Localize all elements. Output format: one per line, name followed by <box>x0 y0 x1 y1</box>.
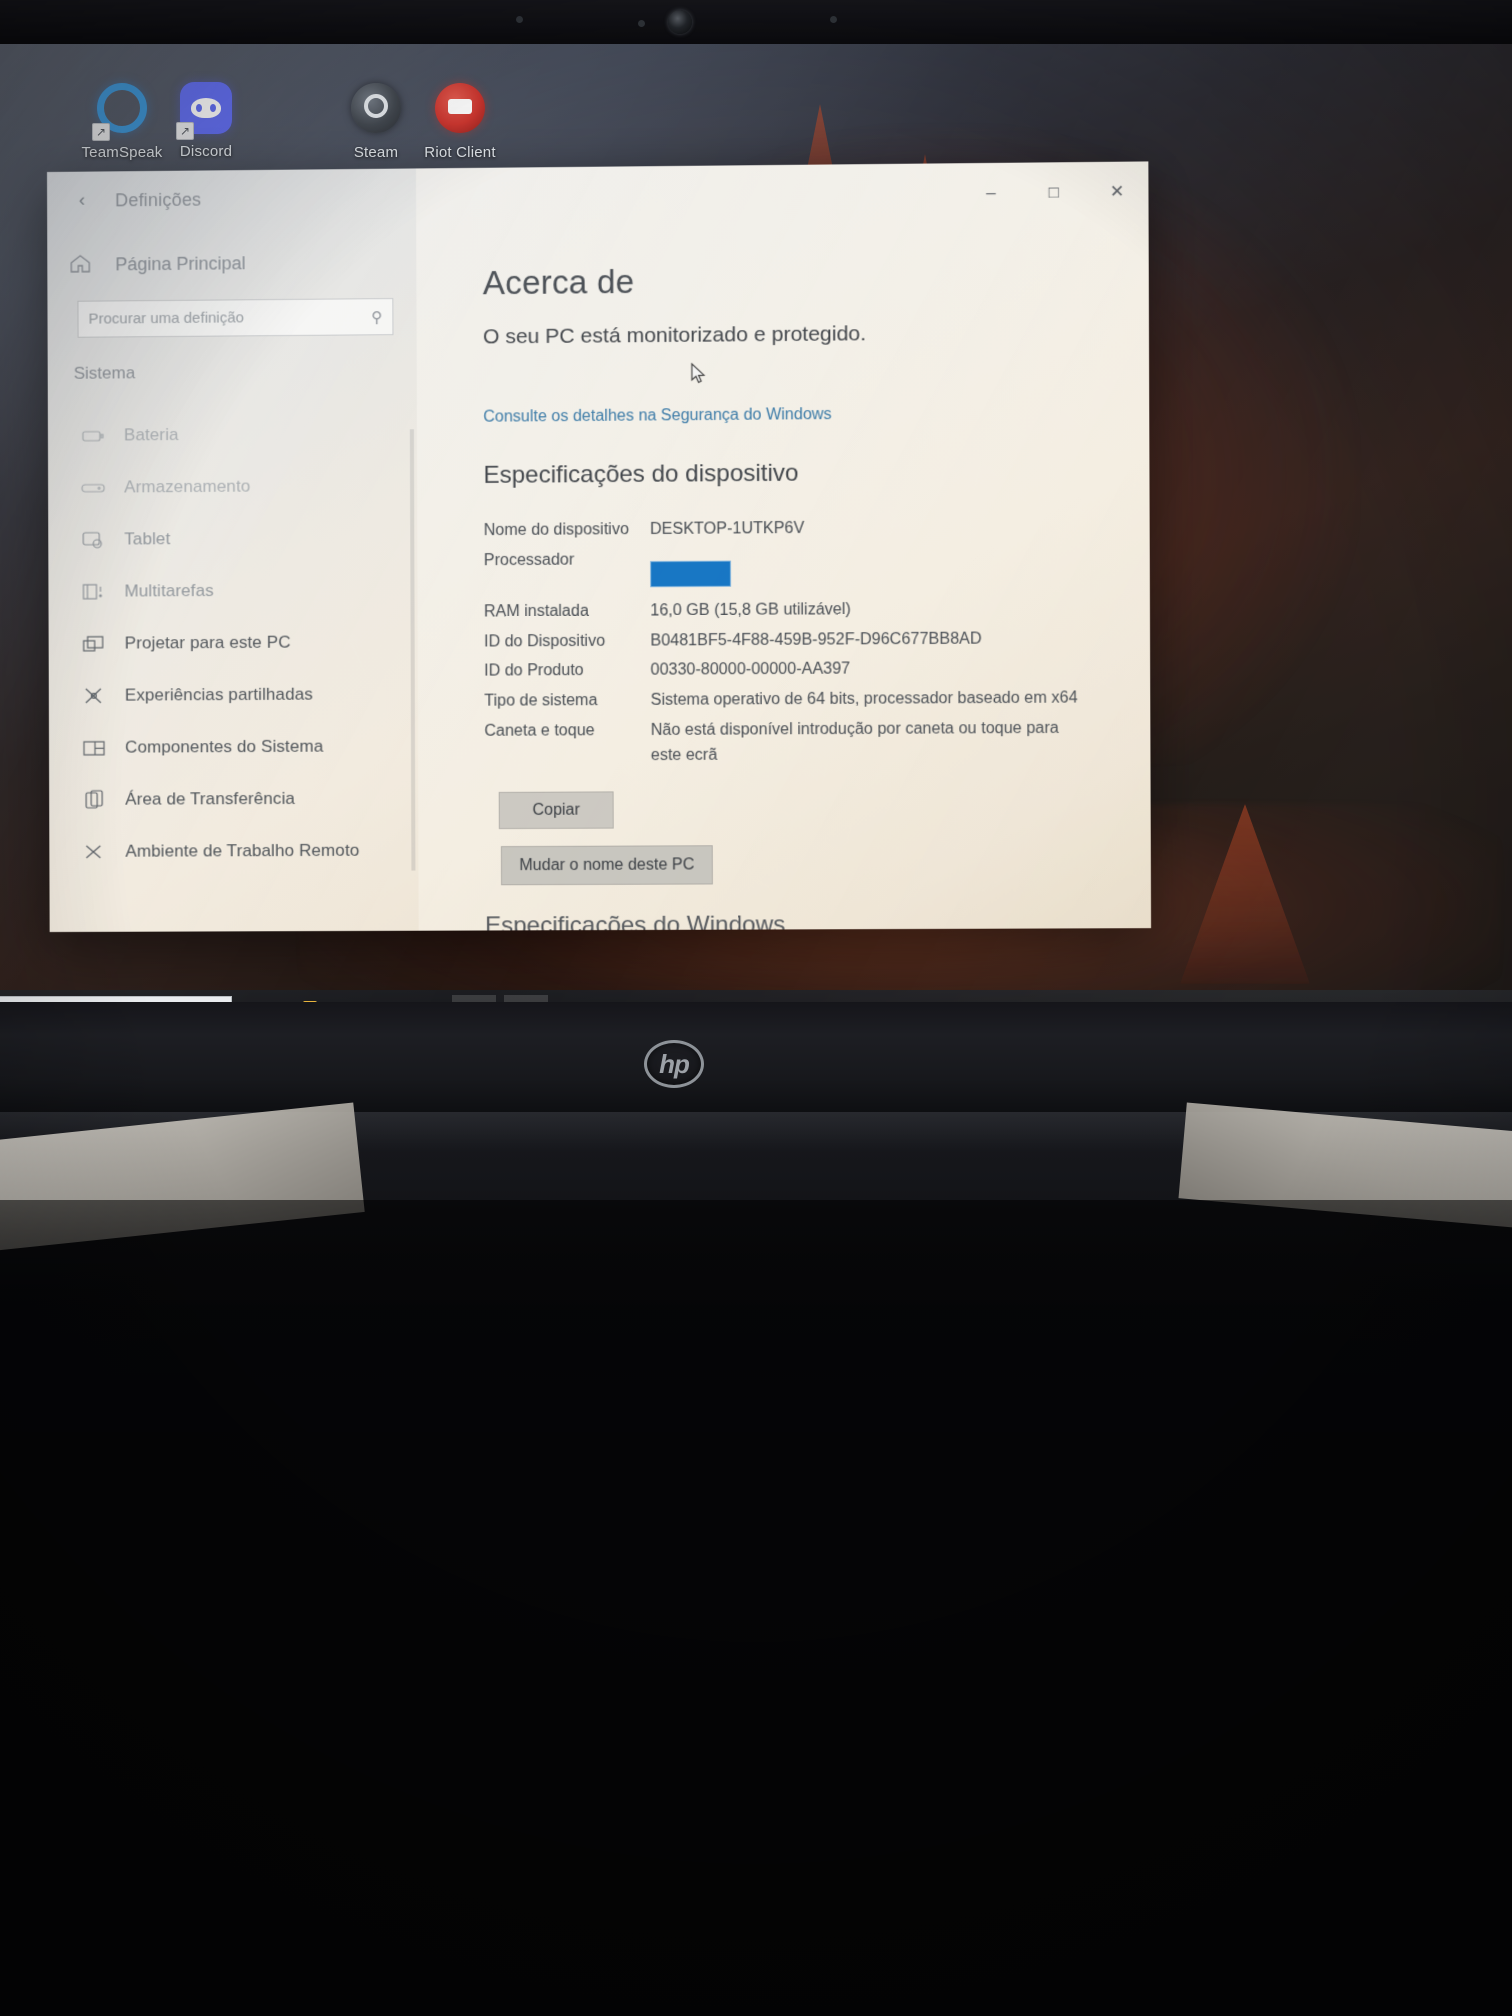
sidebar-item-label: Experiências partilhadas <box>124 684 313 705</box>
riot-client-icon <box>432 83 488 139</box>
mouse-cursor-icon <box>691 363 707 385</box>
sidebar-item-label: Ambiente de Trabalho Remoto <box>125 840 360 861</box>
maximize-button[interactable]: □ <box>1022 162 1085 223</box>
laptop-screen: ↗ TeamSpeak ↗ Discord Steam Riot Client … <box>0 44 1512 1004</box>
tablet-icon <box>80 529 106 551</box>
desktop-icon-label: Discord <box>179 143 233 160</box>
spec-key: Tipo de sistema <box>484 692 598 710</box>
sidebar-item-projetar-para-este-pc[interactable]: Projetar para este PC <box>49 616 418 670</box>
webcam-icon <box>668 10 692 34</box>
storage-icon <box>80 477 106 499</box>
sidebar-group-label: Sistema <box>73 363 136 383</box>
multitasking-icon <box>80 581 106 603</box>
rename-pc-button[interactable]: Mudar o nome deste PC <box>500 845 713 886</box>
shortcut-arrow-icon: ↗ <box>176 122 194 140</box>
spec-value: Sistema operativo de 64 bits, processado… <box>650 689 1078 710</box>
spec-value: B0481BF5-4F88-459B-952F-D96C677BB8AD <box>650 630 982 650</box>
sidebar-item-tablet[interactable]: Tablet <box>48 511 417 566</box>
discord-icon: ↗ <box>176 82 234 140</box>
desktop-icon-label: Riot Client <box>424 144 496 161</box>
spec-row-ram: RAM instalada 16,0 GB (15,8 GB utilizáve… <box>484 596 1111 625</box>
sidebar-item-armazenamento[interactable]: Armazenamento <box>48 459 417 514</box>
spec-row-system-type: Tipo de sistema Sistema operativo de 64 … <box>484 686 1111 714</box>
battery-icon <box>80 425 106 447</box>
bezel-sensor <box>830 16 837 23</box>
spec-key: RAM instalada <box>483 602 589 621</box>
bezel-sensor <box>516 16 523 23</box>
spec-row-pen-and-touch: Caneta e toque Não está disponível intro… <box>484 716 1112 769</box>
spec-value: Não está disponível introdução por canet… <box>650 719 1059 764</box>
sidebar-item-experiencias-partilhadas[interactable]: Experiências partilhadas <box>49 668 418 722</box>
project-icon <box>81 633 107 655</box>
sidebar-item-label: Bateria <box>123 425 179 445</box>
sidebar-nav-list: Bateria Armazenamento Tablet Multitarefa… <box>48 407 419 878</box>
sidebar-item-bateria[interactable]: Bateria <box>48 407 417 462</box>
device-specs-title: Especificações do dispositivo <box>483 459 799 489</box>
sidebar-item-ambiente-de-trabalho-remoto[interactable]: Ambiente de Trabalho Remoto <box>49 824 418 878</box>
redacted-processor-value <box>650 560 732 588</box>
spec-key: Nome do dispositivo <box>483 521 629 540</box>
teamspeak-icon: ↗ <box>92 83 150 141</box>
sidebar-item-home[interactable]: Página Principal <box>69 252 246 276</box>
laptop-hinge <box>0 1002 1512 1112</box>
hp-logo: hp <box>644 1040 704 1088</box>
spec-key: Processador <box>483 551 575 570</box>
system-components-icon <box>81 737 107 759</box>
page-title: Acerca de <box>482 262 635 302</box>
deck-shadow <box>0 1200 1512 1440</box>
spec-value: 16,0 GB (15,8 GB utilizável) <box>650 600 851 620</box>
remote-desktop-icon <box>81 841 107 863</box>
settings-window: ‹ Definições – □ ✕ Página Principal Proc… <box>47 161 1152 933</box>
spec-value: DESKTOP-1UTKP6V <box>649 519 805 539</box>
steam-icon <box>348 83 404 139</box>
copy-button[interactable]: Copiar <box>498 791 614 830</box>
window-titlebar: ‹ Definições – □ ✕ <box>47 161 1149 234</box>
minimize-button[interactable]: – <box>959 163 1022 224</box>
laptop-keyboard: f2 ✳ f3 ❐ f4 ⌨ f5 ◁× f6 ◁- f7 <box>0 1432 1512 2016</box>
sidebar-home-label: Página Principal <box>115 252 246 274</box>
spec-row-device-name: Nome do dispositivo DESKTOP-1UTKP6V <box>484 515 1111 544</box>
sidebar-item-label: Tablet <box>124 529 171 549</box>
back-button[interactable]: ‹ <box>65 186 99 216</box>
desktop-icon-discord[interactable]: ↗ Discord <box>150 80 262 161</box>
protection-status-text: O seu PC está monitorizado e protegido. <box>482 322 867 349</box>
spec-row-device-id: ID do Dispositivo B0481BF5-4F88-459B-952… <box>484 626 1111 655</box>
sidebar-item-label: Componentes do Sistema <box>125 736 324 757</box>
windows-security-link[interactable]: Consulte os detalhes na Segurança do Win… <box>483 406 831 427</box>
settings-search-input[interactable]: Procurar uma definição ⚲ <box>77 298 394 338</box>
windows-specs-title: Especificações do Windows <box>485 911 786 933</box>
search-icon: ⚲ <box>371 308 383 326</box>
clipboard-icon <box>81 789 107 811</box>
sidebar-item-area-de-transferencia[interactable]: Área de Transferência <box>49 772 418 826</box>
shortcut-arrow-icon: ↗ <box>92 123 110 141</box>
sidebar-item-multitarefas[interactable]: Multitarefas <box>48 564 417 618</box>
spec-value: 00330-80000-00000-AA397 <box>650 660 851 680</box>
device-specs-table: Nome do dispositivo DESKTOP-1UTKP6V Proc… <box>484 515 1112 775</box>
home-icon <box>69 254 95 276</box>
sidebar-item-label: Projetar para este PC <box>124 632 291 653</box>
spec-row-product-id: ID do Produto 00330-80000-00000-AA397 <box>484 656 1111 684</box>
desktop-icon-riot-client[interactable]: Riot Client <box>404 80 516 162</box>
screenshot-root: ↗ TeamSpeak ↗ Discord Steam Riot Client … <box>0 0 1512 2016</box>
shared-experiences-icon <box>81 685 107 707</box>
sidebar-item-componentes-do-sistema[interactable]: Componentes do Sistema <box>49 720 418 774</box>
window-title: Definições <box>115 189 202 211</box>
bezel-sensor <box>638 20 645 27</box>
window-controls: – □ ✕ <box>959 161 1148 223</box>
sidebar-item-label: Armazenamento <box>124 476 251 497</box>
spec-key: Caneta e toque <box>484 722 595 740</box>
spec-row-processor: Processador <box>484 545 1111 595</box>
sidebar-item-label: Multitarefas <box>124 580 214 601</box>
sidebar-item-label: Área de Transferência <box>125 788 296 809</box>
spec-key: ID do Produto <box>484 662 584 681</box>
search-placeholder: Procurar uma definição <box>88 309 244 328</box>
spec-key: ID do Dispositivo <box>484 632 606 651</box>
close-button[interactable]: ✕ <box>1085 161 1148 222</box>
